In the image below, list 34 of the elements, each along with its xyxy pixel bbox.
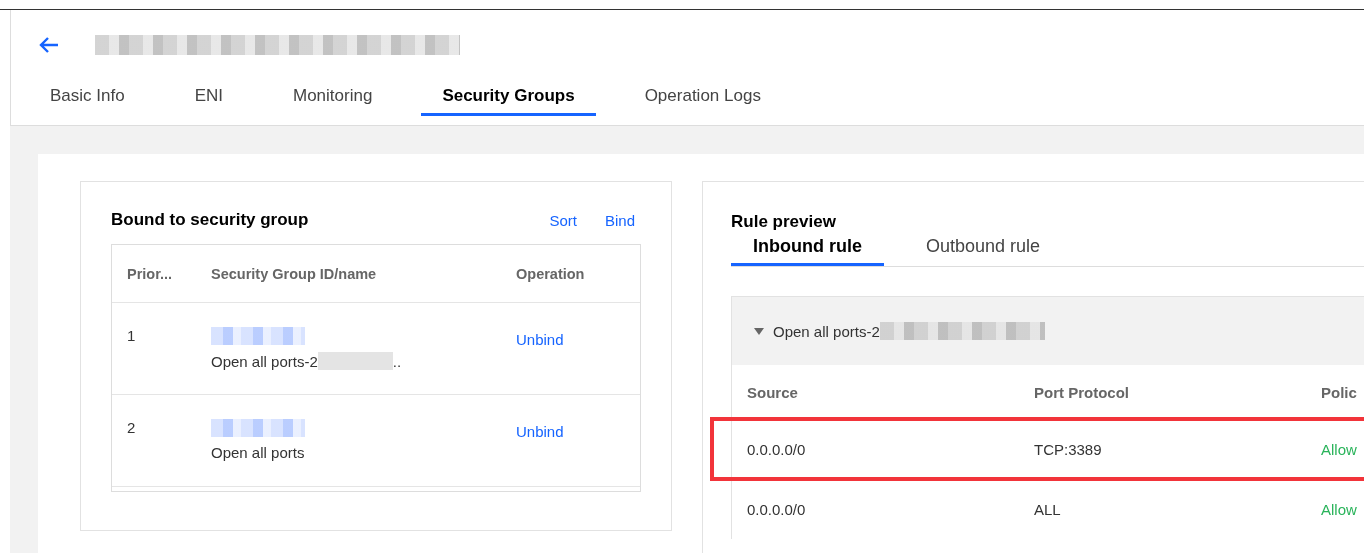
unbind-link[interactable]: Unbind <box>516 327 636 394</box>
table-cell-text: 1 <box>127 327 137 346</box>
panel-title: Rule preview <box>731 212 837 232</box>
tab[interactable]: Security Groups <box>421 80 596 116</box>
table-cell-text: 0.0.0.0/0 <box>747 440 807 458</box>
table-cell-text: TCP:3389 <box>1034 440 1103 458</box>
column-header: Polic <box>1321 383 1357 401</box>
table-cell: Open all ports-2 <box>211 352 318 370</box>
caret-icon[interactable] <box>754 327 764 335</box>
policy-text: Allow <box>1321 500 1357 518</box>
tab[interactable]: Inbound rule <box>731 232 884 266</box>
tab[interactable]: Basic Info <box>29 80 146 116</box>
unbind-link[interactable]: Unbind <box>516 419 636 486</box>
back-arrow-icon[interactable] <box>38 36 60 54</box>
table-cell-text: ALL <box>1034 500 1062 518</box>
action-link[interactable]: Sort <box>549 211 577 229</box>
group-header[interactable]: Open all ports-2 <box>732 297 1364 365</box>
column-header: Source <box>747 383 799 401</box>
group-name: Open all ports-2 <box>773 322 880 340</box>
policy-text: Allow <box>1321 440 1357 458</box>
tab[interactable]: Monitoring <box>272 80 394 116</box>
panel-title: Bound to security group <box>111 210 309 230</box>
column-header: Security Group ID/name <box>211 265 378 282</box>
tab[interactable]: Operation Logs <box>623 80 782 116</box>
tab[interactable]: Outbound rule <box>904 232 1063 266</box>
tab[interactable]: ENI <box>173 80 244 116</box>
column-header: Prior... <box>127 265 174 282</box>
table-cell-text: 2 <box>127 419 137 438</box>
table-cell: Open all ports <box>211 444 305 461</box>
action-link[interactable]: Bind <box>604 211 635 229</box>
column-header: Port Protocol <box>1034 383 1130 401</box>
ellipsis-text: .. <box>392 352 402 370</box>
column-header: Operation <box>516 265 586 282</box>
table-cell-text: 0.0.0.0/0 <box>747 500 807 518</box>
